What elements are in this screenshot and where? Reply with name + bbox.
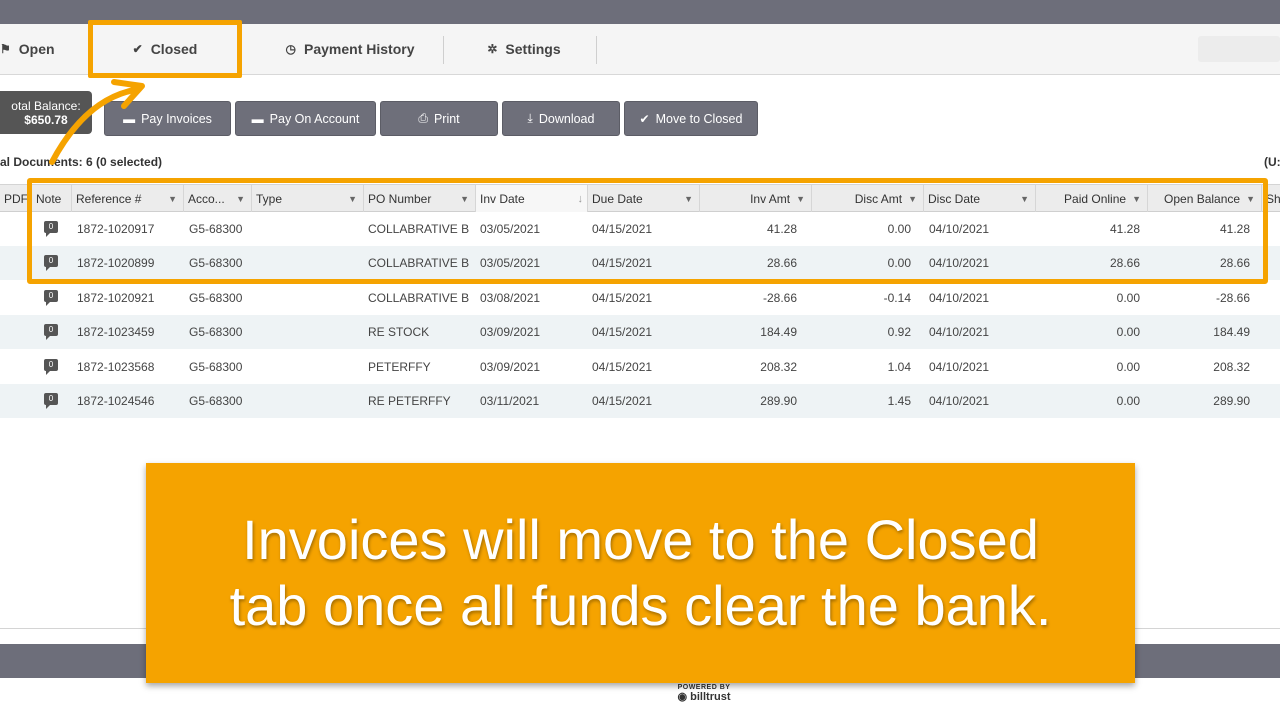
cell-inv-amt: 208.32 xyxy=(760,359,797,374)
tab-payment-history[interactable]: ◷ Payment History xyxy=(258,24,442,74)
callout-box: Invoices will move to the Closed tab once… xyxy=(146,463,1135,683)
total-balance-label: otal Balance: xyxy=(11,99,81,113)
table-row[interactable]: 0 1872-1023568 G5-68300 PETERFFY 03/09/2021 0… xyxy=(0,350,1280,384)
cell-disc-date: 04/10/2021 xyxy=(929,394,990,408)
cell-acct: G5-68300 xyxy=(189,290,243,305)
cell-due-date: 04/15/2021 xyxy=(592,359,653,374)
search-box[interactable] xyxy=(1198,36,1280,62)
tab-open-label: Open xyxy=(18,41,55,57)
pay-invoices-label: Pay Invoices xyxy=(141,111,212,126)
tab-settings-label: Settings xyxy=(505,41,561,57)
screen: { "tabs": { "open": "Open", "closed": "C… xyxy=(0,0,1280,720)
cell-paid-online: 0.00 xyxy=(1116,325,1140,340)
cell-po: COLLABRATIVE B xyxy=(368,290,470,305)
cell-po: RE STOCK xyxy=(368,325,430,340)
download-button[interactable]: ⤓ Download xyxy=(502,101,620,136)
move-to-closed-label: Move to Closed xyxy=(655,111,743,126)
credit-card-icon: ▬ xyxy=(251,111,264,126)
cell-open-balance: 208.32 xyxy=(1213,359,1250,374)
cell-inv-amt: -28.66 xyxy=(762,290,797,305)
table-row[interactable]: 0 1872-1023459 G5-68300 RE STOCK 03/09/2021 0… xyxy=(0,315,1280,350)
cell-disc-amt: 0.92 xyxy=(887,325,911,340)
cell-inv-amt: 289.90 xyxy=(760,394,797,408)
cell-inv-date: 03/09/2021 xyxy=(480,325,541,340)
pay-on-account-label: Pay On Account xyxy=(269,111,360,126)
note-icon[interactable]: 0 xyxy=(44,289,58,306)
tab-settings[interactable]: ✲ Settings xyxy=(452,24,596,74)
table-row[interactable]: 0 1872-1024546 G5-68300 RE PETERFFY 03/11/20… xyxy=(0,384,1280,418)
cell-inv-date: 03/08/2021 xyxy=(480,290,541,305)
pay-on-account-button[interactable]: ▬ Pay On Account xyxy=(235,101,376,136)
cell-type xyxy=(256,350,362,384)
cell-due-date: 04/15/2021 xyxy=(592,394,653,408)
gear-icon: ✲ xyxy=(487,42,498,56)
cell-ref: 1872-1023568 xyxy=(77,359,155,374)
total-balance-badge: otal Balance: $650.78 xyxy=(0,91,92,134)
table-row[interactable]: 0 1872-1020921 G5-68300 COLLABRATIVE B 03/08… xyxy=(0,281,1280,315)
documents-count: al Documents: 6 (0 selected) xyxy=(0,155,163,169)
cell-ref: 1872-1023459 xyxy=(77,325,155,340)
note-icon[interactable]: 0 xyxy=(44,324,58,341)
cell-disc-amt: 1.45 xyxy=(887,394,911,408)
paid-rows-highlight xyxy=(27,178,1268,284)
cell-inv-amt: 184.49 xyxy=(760,325,797,340)
clock-icon: ◷ xyxy=(285,42,296,56)
cell-disc-date: 04/10/2021 xyxy=(929,325,990,340)
cell-paid-online: 0.00 xyxy=(1116,394,1140,408)
cell-disc-amt: 1.04 xyxy=(887,359,911,374)
flag-icon: ⚑ xyxy=(0,42,11,56)
cell-disc-date: 04/10/2021 xyxy=(929,359,990,374)
cell-acct: G5-68300 xyxy=(189,359,243,374)
callout-line-2: tab once all funds clear the bank. xyxy=(229,574,1052,637)
download-label: Download xyxy=(538,111,595,126)
wallet-icon: ▬ xyxy=(123,111,136,126)
closed-tab-highlight xyxy=(88,20,242,78)
move-to-closed-button[interactable]: ✔ Move to Closed xyxy=(624,101,758,136)
cell-ref: 1872-1024546 xyxy=(77,394,155,408)
cell-acct: G5-68300 xyxy=(189,325,243,340)
cell-disc-amt: -0.14 xyxy=(883,290,911,305)
callout-text: Invoices will move to the Closed tab once… xyxy=(230,507,1052,639)
cell-open-balance: -28.66 xyxy=(1215,290,1250,305)
cell-inv-date: 03/09/2021 xyxy=(480,359,541,374)
print-button[interactable]: ⎙ Print xyxy=(380,101,498,136)
cell-po: RE PETERFFY xyxy=(368,394,451,408)
cell-acct: G5-68300 xyxy=(189,394,243,408)
cell-type xyxy=(256,281,362,315)
cell-paid-online: 0.00 xyxy=(1116,359,1140,374)
print-label: Print xyxy=(433,111,460,126)
cell-po: PETERFFY xyxy=(368,359,431,374)
powered-by-label: POWERED BY xyxy=(677,684,731,691)
billtrust-brand-text: billtrust xyxy=(690,691,731,703)
cell-due-date: 04/15/2021 xyxy=(592,290,653,305)
cell-type xyxy=(256,315,362,349)
cell-due-date: 04/15/2021 xyxy=(592,325,653,340)
cell-paid-online: 0.00 xyxy=(1116,290,1140,305)
cell-ref: 1872-1020921 xyxy=(77,290,155,305)
cell-disc-date: 04/10/2021 xyxy=(929,290,990,305)
cell-open-balance: 289.90 xyxy=(1213,394,1250,408)
callout-line-1: Invoices will move to the Closed xyxy=(242,508,1039,571)
tab-payment-history-label: Payment History xyxy=(304,41,415,57)
column-header-pdf-label: PDF xyxy=(4,191,28,206)
tab-open[interactable]: ⚑ Open xyxy=(0,24,80,74)
pay-invoices-button[interactable]: ▬ Pay Invoices xyxy=(104,101,231,136)
cell-type xyxy=(256,384,362,418)
tab-divider xyxy=(596,36,597,64)
tab-divider xyxy=(443,36,444,64)
download-icon: ⤓ xyxy=(527,111,533,125)
check-icon: ✔ xyxy=(639,111,650,126)
currency-label: (U: xyxy=(1264,155,1280,169)
note-icon[interactable]: 0 xyxy=(44,393,58,409)
powered-by-logo: POWERED BY ◉ billtrust xyxy=(664,684,744,703)
cell-open-balance: 184.49 xyxy=(1213,325,1250,340)
cell-inv-date: 03/11/2021 xyxy=(480,394,540,408)
column-header-sh-label: Sh xyxy=(1266,191,1280,206)
note-icon[interactable]: 0 xyxy=(44,358,58,375)
billtrust-brand: ◉ billtrust xyxy=(677,691,731,703)
total-balance-amount: $650.78 xyxy=(24,113,68,127)
printer-icon: ⎙ xyxy=(418,111,428,125)
